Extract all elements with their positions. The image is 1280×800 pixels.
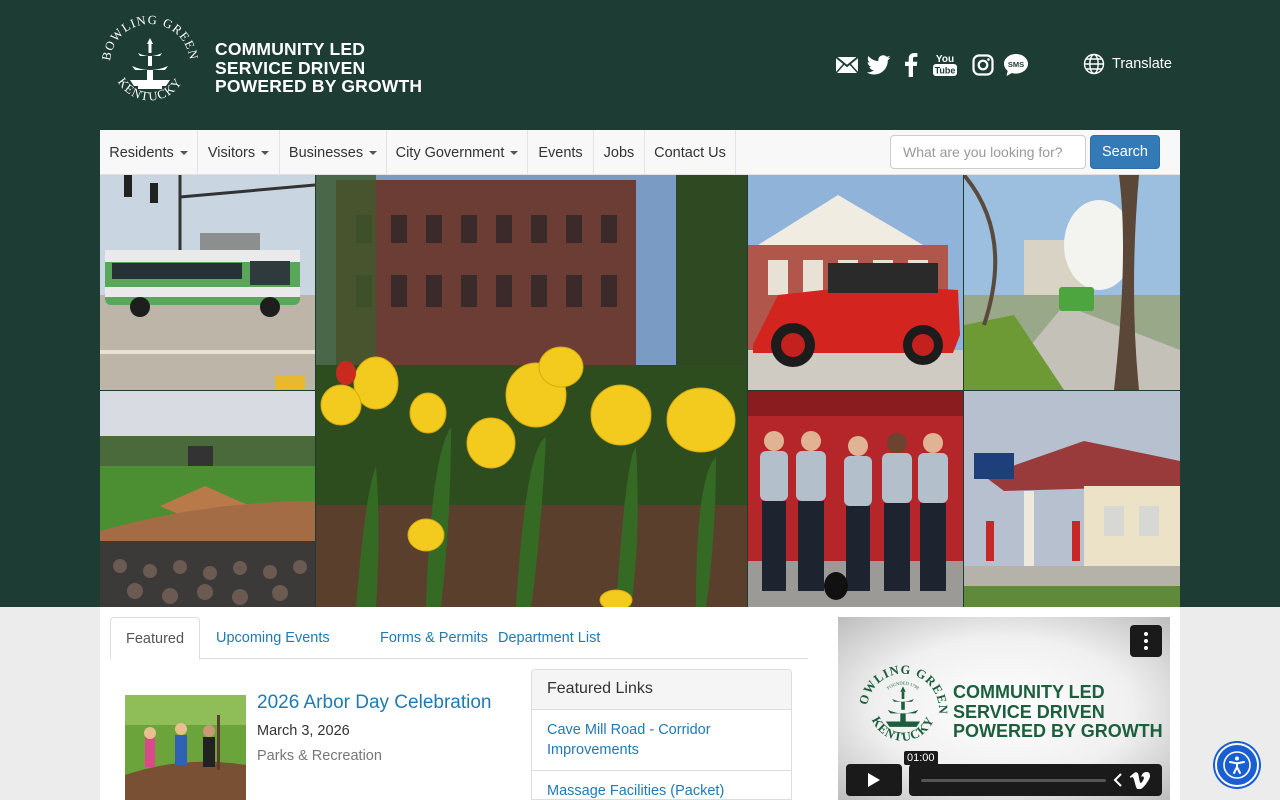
- video-player[interactable]: BOWLING GREEN FOUNDED 1798 KENTUCKY COMM…: [838, 617, 1170, 800]
- photo-mosaic: [100, 175, 1180, 607]
- nav-label: Residents: [109, 144, 174, 161]
- youtube-text-you: You: [936, 54, 954, 65]
- video-progress-bar[interactable]: [921, 779, 1106, 782]
- seal-top-text: BOWLING GREEN: [100, 14, 200, 62]
- nav-item-events[interactable]: Events: [528, 130, 594, 175]
- video-tagline: COMMUNITY LED SERVICE DRIVEN POWERED BY …: [953, 682, 1163, 742]
- video-city-seal: BOWLING GREEN FOUNDED 1798 KENTUCKY: [858, 663, 948, 744]
- video-control-bar: [909, 764, 1162, 796]
- city-seal-logo[interactable]: BOWLING GREEN KENTUCKY: [100, 14, 200, 114]
- sms-text: SMS: [1008, 60, 1024, 69]
- caret-down-icon: [179, 150, 188, 155]
- vimeo-icon[interactable]: [1129, 772, 1151, 789]
- header-tagline: COMMUNITY LED SERVICE DRIVEN POWERED BY …: [215, 40, 422, 96]
- nav-label: Visitors: [207, 144, 256, 161]
- video-time-tooltip: 01:00: [904, 751, 938, 765]
- baseball-stadium-photo: [100, 391, 315, 607]
- featured-link[interactable]: Cave Mill Road - Corridor Improvements: [532, 710, 791, 771]
- tagline-line-2: SERVICE DRIVEN: [215, 57, 366, 78]
- tab-department-list[interactable]: Department List: [483, 617, 615, 659]
- facebook-icon[interactable]: [898, 52, 924, 78]
- firefighters-photo: [748, 391, 963, 607]
- featured-links-panel: Featured Links Cave Mill Road - Corridor…: [531, 669, 792, 800]
- play-button[interactable]: [846, 764, 902, 796]
- nav-item-visitors[interactable]: Visitors: [198, 130, 280, 175]
- nav-label: Businesses: [288, 144, 364, 161]
- nav-label: Events: [538, 144, 583, 161]
- tab-featured[interactable]: Featured: [110, 617, 201, 660]
- nav-item-contact-us[interactable]: Contact Us: [645, 130, 736, 175]
- youtube-icon[interactable]: You Tube: [931, 52, 959, 78]
- search-button[interactable]: Search: [1090, 135, 1160, 169]
- arbor-day-thumbnail[interactable]: [125, 695, 246, 800]
- translate-label: Translate: [1112, 56, 1172, 72]
- share-icon[interactable]: [1113, 773, 1123, 787]
- nav-item-residents[interactable]: Residents: [100, 130, 198, 175]
- event-date: March 3, 2026: [257, 723, 350, 739]
- instagram-icon[interactable]: [970, 52, 996, 78]
- twitter-icon[interactable]: [866, 52, 892, 78]
- nav-item-jobs[interactable]: Jobs: [594, 130, 645, 175]
- featured-link[interactable]: Massage Facilities (Packet): [532, 771, 791, 799]
- nav-label: Contact Us: [654, 144, 726, 161]
- tab-upcoming-events[interactable]: Upcoming Events: [201, 617, 345, 659]
- nav-label: Jobs: [603, 144, 635, 161]
- email-icon[interactable]: [834, 52, 860, 78]
- video-menu-button[interactable]: [1130, 625, 1162, 657]
- transit-bus-photo: [100, 175, 315, 390]
- youtube-text-tube: Tube: [935, 66, 956, 76]
- nav-item-businesses[interactable]: Businesses: [280, 130, 387, 175]
- play-icon: [868, 773, 880, 787]
- caret-down-icon: [510, 150, 519, 155]
- antique-fire-truck-photo: [748, 175, 963, 390]
- tagline-line-1: COMMUNITY LED: [215, 39, 366, 59]
- nav-item-city-government[interactable]: City Government: [387, 130, 528, 175]
- caret-down-icon: [369, 150, 378, 155]
- content-tabs: Featured Upcoming Events Forms & Permits…: [110, 617, 808, 660]
- event-title-link[interactable]: 2026 Arbor Day Celebration: [257, 692, 491, 714]
- tulips-downtown-photo: [316, 175, 747, 607]
- nav-label: City Government: [395, 144, 505, 161]
- event-department: Parks & Recreation: [257, 748, 382, 764]
- street-trees-photo: [964, 175, 1180, 390]
- video-tagline-line-1: COMMUNITY LED: [953, 682, 1105, 702]
- svg-text:BOWLING GREEN: BOWLING GREEN: [100, 14, 200, 62]
- content-area: Featured Upcoming Events Forms & Permits…: [100, 607, 1180, 800]
- accessibility-icon: [1223, 751, 1251, 779]
- historic-gas-station-photo: [964, 391, 1180, 607]
- globe-icon: [1083, 53, 1105, 75]
- tagline-line-3: POWERED BY GROWTH: [215, 76, 423, 96]
- featured-links-heading: Featured Links: [532, 670, 791, 710]
- search-input[interactable]: [890, 135, 1086, 169]
- caret-down-icon: [261, 150, 270, 155]
- video-tagline-line-3: POWERED BY GROWTH: [953, 721, 1163, 741]
- sms-icon[interactable]: SMS: [1002, 52, 1030, 78]
- translate-button[interactable]: Translate: [1083, 53, 1172, 75]
- accessibility-button[interactable]: [1215, 743, 1259, 787]
- video-tagline-line-2: SERVICE DRIVEN: [953, 701, 1105, 722]
